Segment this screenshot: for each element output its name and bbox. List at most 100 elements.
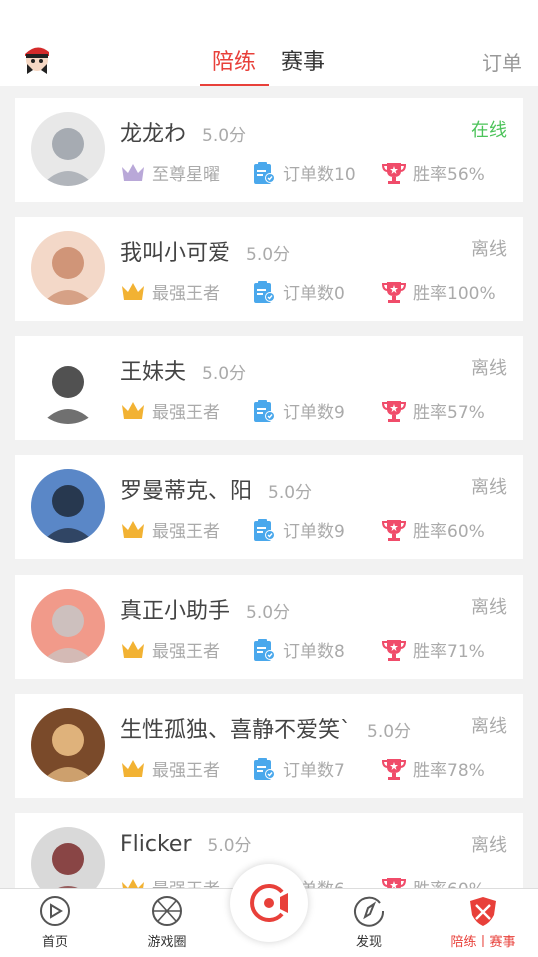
player-avatar bbox=[31, 708, 105, 782]
status-badge: 离线 bbox=[471, 239, 507, 260]
active-tab-indicator bbox=[200, 84, 269, 86]
record-icon bbox=[250, 884, 288, 922]
player-avatar bbox=[31, 231, 105, 305]
player-name-line: 我叫小可爱 5.0分 bbox=[120, 235, 290, 267]
order-info: 订单数10 bbox=[251, 160, 356, 185]
order-info: 订单数0 bbox=[251, 279, 345, 304]
player-name: 龙龙わ bbox=[120, 122, 187, 147]
tab-game-circle-label: 游戏圈 bbox=[147, 935, 187, 950]
player-card[interactable]: 真正小助手 5.0分 离线 最强王者 订单数8 胜率71% bbox=[15, 575, 523, 679]
rank-label: 至尊星曜 bbox=[152, 165, 220, 185]
order-count: 订单数9 bbox=[283, 522, 345, 542]
crown-rank-icon bbox=[122, 282, 144, 300]
player-name-line: 真正小助手 5.0分 bbox=[120, 593, 290, 625]
winrate-info: 胜率57% bbox=[381, 398, 485, 423]
status-badge: 离线 bbox=[471, 477, 507, 498]
status-badge: 在线 bbox=[471, 120, 507, 141]
player-score: 5.0分 bbox=[268, 483, 313, 503]
order-info: 订单数8 bbox=[251, 637, 345, 662]
player-name-line: 王妹夫 5.0分 bbox=[120, 354, 246, 386]
player-name: 罗曼蒂克、阳 bbox=[120, 479, 253, 504]
player-score: 5.0分 bbox=[202, 126, 247, 146]
win-rate: 胜率100% bbox=[413, 284, 496, 304]
win-rate: 胜率71% bbox=[413, 642, 485, 662]
player-avatar bbox=[31, 350, 105, 424]
tab-practice[interactable]: 陪练 bbox=[212, 44, 256, 76]
tab-discover[interactable]: 发现 bbox=[324, 895, 414, 950]
record-button[interactable] bbox=[230, 864, 308, 942]
status-badge: 离线 bbox=[471, 358, 507, 379]
clipboard-icon bbox=[254, 399, 275, 422]
compass-icon bbox=[354, 896, 385, 927]
crown-rank-icon bbox=[122, 520, 144, 538]
rank-label: 最强王者 bbox=[152, 284, 220, 304]
trophy-icon bbox=[381, 519, 407, 541]
trophy-icon bbox=[381, 758, 407, 780]
winrate-info: 胜率100% bbox=[381, 279, 496, 304]
player-avatar bbox=[31, 112, 105, 186]
player-card[interactable]: 罗曼蒂克、阳 5.0分 离线 最强王者 订单数9 胜率60% bbox=[15, 455, 523, 559]
clipboard-icon bbox=[254, 757, 275, 780]
player-card[interactable]: 我叫小可爱 5.0分 离线 最强王者 订单数0 胜率100% bbox=[15, 217, 523, 321]
aperture-icon bbox=[152, 896, 182, 926]
order-info: 订单数9 bbox=[251, 517, 345, 542]
tab-practice-tournament[interactable]: 陪练丨赛事 bbox=[438, 895, 528, 950]
rank-info: 最强王者 bbox=[120, 756, 220, 781]
orders-link[interactable]: 订单 bbox=[482, 47, 522, 76]
order-info: 订单数9 bbox=[251, 398, 345, 423]
player-avatar bbox=[31, 469, 105, 543]
crown-rank-icon bbox=[122, 401, 144, 419]
player-name: 真正小助手 bbox=[120, 599, 231, 624]
win-rate: 胜率60% bbox=[413, 522, 485, 542]
player-score: 5.0分 bbox=[207, 836, 252, 856]
winrate-info: 胜率56% bbox=[381, 160, 485, 185]
player-avatar bbox=[31, 589, 105, 663]
player-card[interactable]: 生性孤独、喜静不爱笑` 5.0分 离线 最强王者 订单数7 胜率78% bbox=[15, 694, 523, 798]
winrate-info: 胜率71% bbox=[381, 637, 485, 662]
order-count: 订单数10 bbox=[283, 165, 356, 185]
tab-tournament[interactable]: 赛事 bbox=[281, 44, 325, 76]
clipboard-icon bbox=[254, 638, 275, 661]
win-rate: 胜率56% bbox=[413, 165, 485, 185]
order-count: 订单数8 bbox=[283, 642, 345, 662]
tab-game-circle[interactable]: 游戏圈 bbox=[122, 895, 212, 950]
player-name-line: 龙龙わ 5.0分 bbox=[120, 116, 246, 148]
trophy-icon bbox=[381, 162, 407, 184]
player-name-line: Flicker 5.0分 bbox=[120, 831, 252, 857]
order-count: 订单数9 bbox=[283, 403, 345, 423]
rank-info: 最强王者 bbox=[120, 637, 220, 662]
crown-rank-icon bbox=[122, 163, 144, 181]
user-avatar[interactable] bbox=[22, 42, 52, 76]
win-rate: 胜率57% bbox=[413, 403, 485, 423]
clipboard-icon bbox=[254, 280, 275, 303]
rank-info: 至尊星曜 bbox=[120, 160, 220, 185]
rank-info: 最强王者 bbox=[120, 279, 220, 304]
player-score: 5.0分 bbox=[367, 722, 412, 742]
rank-label: 最强王者 bbox=[152, 522, 220, 542]
player-card[interactable]: 龙龙わ 5.0分 在线 至尊星曜 订单数10 胜率56% bbox=[15, 98, 523, 202]
status-badge: 离线 bbox=[471, 597, 507, 618]
order-count: 订单数7 bbox=[283, 761, 345, 781]
tab-home-label: 首页 bbox=[41, 935, 68, 950]
tab-practice-tournament-label: 陪练丨赛事 bbox=[450, 935, 516, 950]
status-badge: 离线 bbox=[471, 835, 507, 856]
rank-info: 最强王者 bbox=[120, 517, 220, 542]
player-name: Flicker bbox=[120, 832, 192, 857]
player-name: 生性孤独、喜静不爱笑` bbox=[120, 718, 352, 743]
crown-rank-icon bbox=[122, 759, 144, 777]
clipboard-icon bbox=[254, 161, 275, 184]
order-info: 订单数7 bbox=[251, 756, 345, 781]
top-bar: 陪练 赛事 订单 bbox=[0, 0, 538, 86]
tab-discover-label: 发现 bbox=[355, 935, 382, 950]
rank-label: 最强王者 bbox=[152, 403, 220, 423]
shield-swords-icon bbox=[470, 897, 496, 926]
rank-info: 最强王者 bbox=[120, 398, 220, 423]
player-card[interactable]: 王妹夫 5.0分 离线 最强王者 订单数9 胜率57% bbox=[15, 336, 523, 440]
trophy-icon bbox=[381, 639, 407, 661]
trophy-icon bbox=[381, 400, 407, 422]
order-count: 订单数0 bbox=[283, 284, 345, 304]
play-icon bbox=[40, 896, 70, 926]
player-score: 5.0分 bbox=[246, 245, 291, 265]
tab-home[interactable]: 首页 bbox=[10, 895, 100, 950]
winrate-info: 胜率60% bbox=[381, 517, 485, 542]
